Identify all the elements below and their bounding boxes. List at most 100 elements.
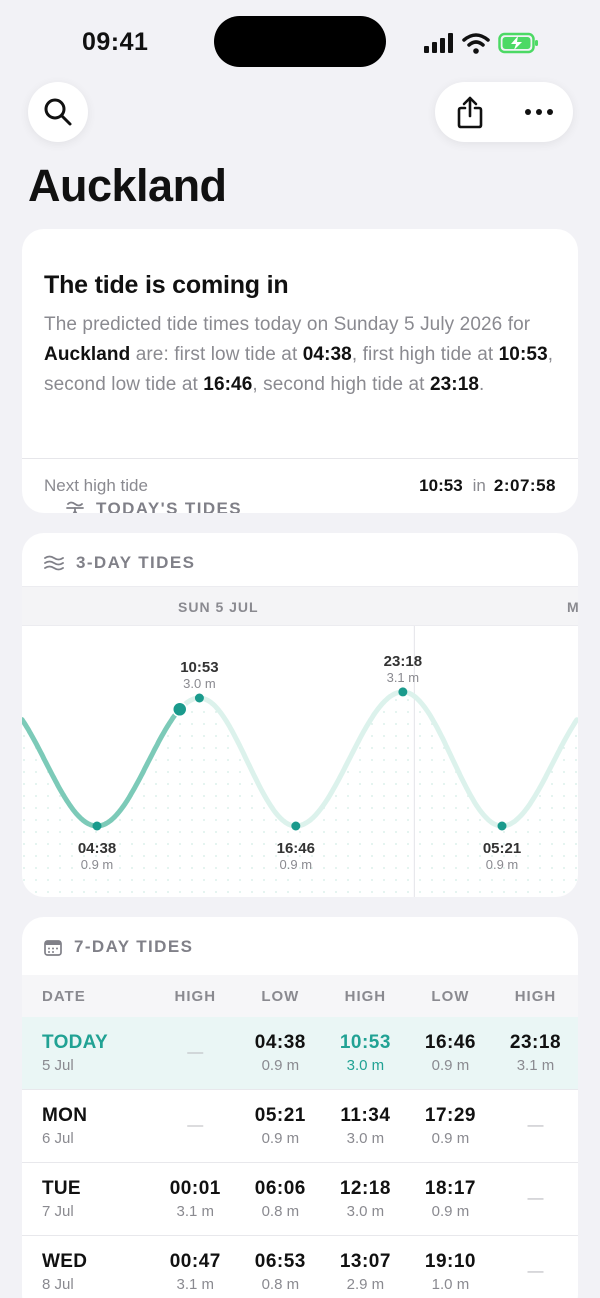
- status-bar: 09:41: [0, 0, 600, 84]
- three-day-tides-header-label: 3-DAY TIDES: [76, 553, 196, 572]
- tide-cell-time: 00:47: [169, 1251, 221, 1272]
- share-icon: [457, 96, 482, 129]
- tide-description-highlight: 16:46: [203, 374, 253, 395]
- tide-extreme-height: 0.9 m: [280, 857, 313, 872]
- tide-cell: 00:47 3.1 m: [153, 1251, 238, 1293]
- tide-cell-height: 3.0 m: [346, 1057, 385, 1074]
- tide-cell-time: 18:17: [424, 1178, 476, 1199]
- tide-cell-time: 05:21: [254, 1105, 306, 1126]
- cellular-signal-icon: [424, 33, 453, 53]
- seven-day-tides-header-label: 7-DAY TIDES: [74, 937, 194, 956]
- tide-cell: 06:53 0.8 m: [238, 1251, 323, 1293]
- day-label-mon: M: [567, 599, 578, 615]
- next-high-tide-countdown: 2:07:58: [493, 476, 556, 495]
- column-header-low: LOW: [431, 987, 470, 1005]
- status-time: 09:41: [82, 28, 149, 56]
- tide-description-highlight: 04:38: [302, 344, 352, 365]
- next-high-tide-time: 10:53: [419, 476, 463, 495]
- tide-cell: —: [153, 1117, 238, 1135]
- tide-status-headline: The tide is coming in: [44, 271, 289, 299]
- next-high-tide-in: in: [472, 476, 486, 495]
- waves-icon: [44, 555, 64, 571]
- tide-description-highlight: 23:18: [429, 374, 480, 395]
- tide-cell-height: 1.0 m: [431, 1276, 470, 1293]
- table-row[interactable]: MON 6 Jul — 05:21 0.9 m 11:34 3.0 m 17:29 0.9 m —: [22, 1090, 578, 1163]
- tide-cell: 18:17 0.9 m: [408, 1178, 493, 1220]
- tide-cell: 05:21 0.9 m: [238, 1105, 323, 1147]
- tide-cell-height: 0.9 m: [261, 1130, 300, 1147]
- tide-extreme-height: 0.9 m: [486, 857, 519, 872]
- tide-cell-empty: —: [527, 1190, 544, 1207]
- todays-tides-card: TODAY'S TIDES The tide is coming in The …: [22, 229, 578, 513]
- three-day-tides-card: 3-DAY TIDES SUN 5 JUL M 04:38 0.9 m 10:53 3…: [22, 533, 578, 897]
- day-label-sun: SUN 5 JUL: [178, 599, 259, 615]
- tide-description-highlight: Auckland: [44, 344, 131, 365]
- tide-description-text: The predicted tide times today on Sunday…: [44, 314, 531, 335]
- tide-extreme-point: [92, 821, 102, 831]
- row-day: MON: [42, 1105, 88, 1126]
- tide-extreme-point: [398, 687, 408, 697]
- tide-chart[interactable]: 04:380.9 m10:533.0 m16:460.9 m23:183.1 m…: [22, 626, 578, 897]
- tide-cell: —: [493, 1190, 578, 1208]
- next-high-tide-row: Next high tide 10:53 in 2:07:58: [22, 458, 578, 513]
- tide-cell-empty: —: [187, 1044, 204, 1061]
- tide-cell-time: 06:06: [254, 1178, 306, 1199]
- more-button[interactable]: [504, 82, 573, 142]
- battery-charging-icon: [498, 32, 538, 54]
- tide-description: The predicted tide times today on Sunday…: [44, 310, 556, 400]
- tide-extreme-height: 0.9 m: [81, 857, 114, 872]
- tide-cell: 19:10 1.0 m: [408, 1251, 493, 1293]
- tide-cell: 17:29 0.9 m: [408, 1105, 493, 1147]
- share-button[interactable]: [435, 82, 504, 142]
- tide-extreme-time: 04:38: [78, 840, 116, 857]
- table-row[interactable]: TODAY 5 Jul — 04:38 0.9 m 10:53 3.0 m 16:46 0.9 …: [22, 1017, 578, 1090]
- more-icon: [524, 109, 553, 115]
- tide-cell-height: 3.1 m: [176, 1203, 215, 1220]
- calendar-icon: [44, 939, 62, 956]
- tide-description-text: , first high tide at: [351, 344, 499, 365]
- row-date-sub: 8 Jul: [42, 1276, 74, 1293]
- next-high-tide-label: Next high tide: [44, 476, 148, 495]
- current-tide-marker: [171, 701, 188, 718]
- tide-cell: —: [493, 1117, 578, 1135]
- tide-cell-time: 06:53: [254, 1251, 306, 1272]
- column-header-low: LOW: [261, 987, 300, 1005]
- tide-cell: 06:06 0.8 m: [238, 1178, 323, 1220]
- column-header-high: HIGH: [344, 987, 387, 1005]
- tide-cell: 12:18 3.0 m: [323, 1178, 408, 1220]
- row-date-sub: 7 Jul: [42, 1203, 74, 1220]
- tide-extreme-time: 16:46: [277, 840, 315, 857]
- tide-cell-time: 19:10: [424, 1251, 476, 1272]
- tide-extreme-height: 3.0 m: [183, 676, 216, 691]
- table-row[interactable]: TUE 7 Jul 00:01 3.1 m 06:06 0.8 m 12:18 3.0 m 18…: [22, 1163, 578, 1236]
- tide-extreme-height: 3.1 m: [387, 670, 420, 685]
- tide-cell: 13:07 2.9 m: [323, 1251, 408, 1293]
- tide-cell: —: [153, 1044, 238, 1062]
- row-day: TUE: [42, 1178, 81, 1199]
- tide-cell: 10:53 3.0 m: [323, 1032, 408, 1074]
- row-day: TODAY: [42, 1032, 108, 1053]
- tide-cell-height: 0.9 m: [431, 1130, 470, 1147]
- tide-cell-height: 0.9 m: [261, 1057, 300, 1074]
- row-date: TODAY 5 Jul: [22, 1032, 153, 1074]
- tide-cell-time: 04:38: [254, 1032, 306, 1053]
- tide-cell-time: 12:18: [339, 1178, 391, 1199]
- tide-description-text: are: first low tide at: [130, 344, 303, 365]
- tide-cell-height: 3.1 m: [176, 1276, 215, 1293]
- row-date-sub: 6 Jul: [42, 1130, 74, 1147]
- tide-cell-time: 23:18: [509, 1032, 562, 1053]
- tide-extreme-time: 10:53: [180, 659, 218, 676]
- tide-cell-time: 17:29: [424, 1105, 476, 1126]
- table-row[interactable]: WED 8 Jul 00:47 3.1 m 06:53 0.8 m 13:07 2.9 m 19…: [22, 1236, 578, 1298]
- tide-cell-height: 3.1 m: [516, 1057, 555, 1074]
- tide-extreme-point: [291, 821, 301, 831]
- search-button[interactable]: [28, 82, 88, 142]
- row-date: MON 6 Jul: [22, 1105, 153, 1147]
- tide-cell: 00:01 3.1 m: [153, 1178, 238, 1220]
- tide-description-text: .: [479, 374, 485, 395]
- seven-day-tides-card: 7-DAY TIDES DATE HIGH LOW HIGH LOW HIGH …: [22, 917, 578, 1298]
- tide-cell-time: 11:34: [340, 1105, 391, 1126]
- wifi-icon: [462, 32, 490, 54]
- dynamic-island: [214, 16, 386, 67]
- tide-description-text: , second high tide at: [252, 374, 430, 395]
